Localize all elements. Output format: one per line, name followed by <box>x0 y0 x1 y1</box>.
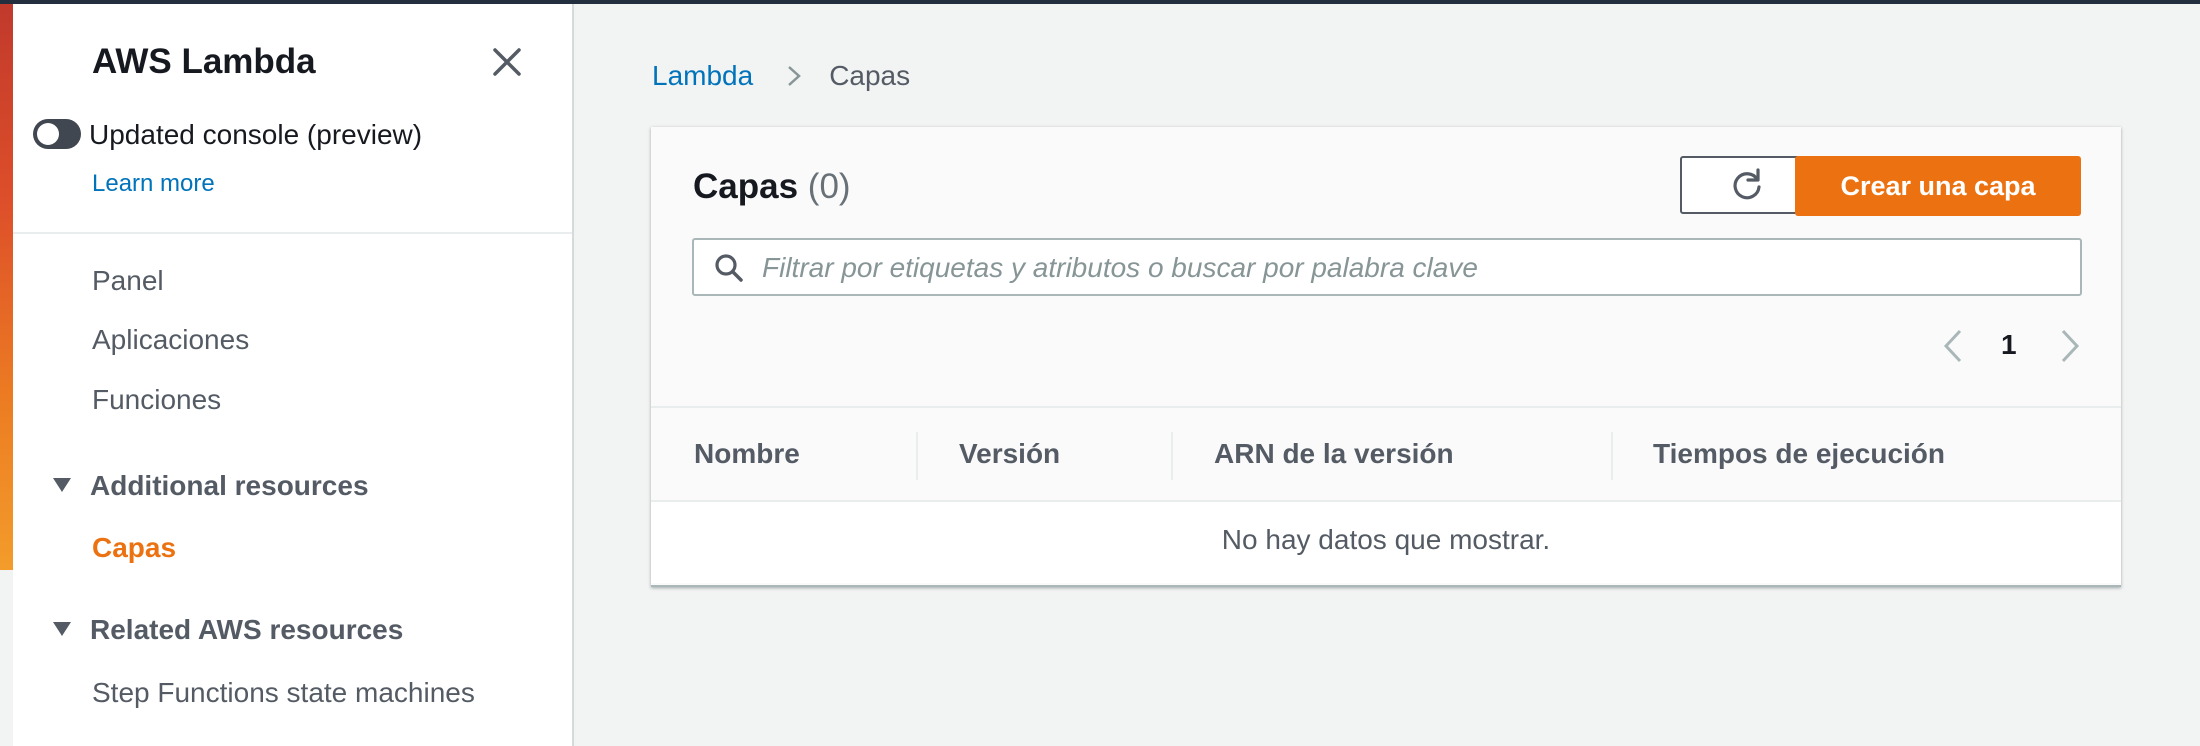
caret-down-icon <box>53 621 71 636</box>
refresh-button[interactable] <box>1680 156 1814 214</box>
table-body: No hay datos que mostrar. <box>651 502 2121 583</box>
breadcrumb: Lambda Capas <box>652 60 910 92</box>
sidebar-item-panel[interactable]: Panel <box>92 265 164 297</box>
section-label: Additional resources <box>90 470 369 501</box>
section-label: Related AWS resources <box>90 614 404 645</box>
pagination-page-number[interactable]: 1 <box>2001 329 2017 361</box>
updated-console-label: Updated console (preview) <box>89 119 423 150</box>
top-edge-bar <box>0 0 2200 4</box>
panel-title-text: Capas <box>693 167 799 206</box>
section-related-aws-resources[interactable]: Related AWS resources <box>53 614 403 646</box>
empty-table-message: No hay datos que mostrar. <box>1221 524 1551 555</box>
create-layer-button[interactable]: Crear una capa <box>1795 156 2081 216</box>
column-header-arn[interactable]: ARN de la versión <box>1214 438 1454 470</box>
column-divider <box>1611 432 1613 480</box>
column-divider <box>916 432 918 480</box>
layers-panel: Capas (0) Crear una capa 1 Nombre Versió… <box>651 127 2121 587</box>
breadcrumb-current: Capas <box>829 60 911 91</box>
updated-console-toggle[interactable] <box>33 119 81 149</box>
chevron-right-icon <box>788 65 802 86</box>
column-header-version[interactable]: Versión <box>959 438 1060 470</box>
sidebar-item-aplicaciones[interactable]: Aplicaciones <box>92 324 249 356</box>
panel-count: (0) <box>807 167 851 206</box>
pagination-prev-button[interactable] <box>1940 328 1964 364</box>
close-sidebar-button[interactable] <box>489 44 525 80</box>
sidebar-title: AWS Lambda <box>92 42 316 81</box>
search-box <box>692 238 2082 296</box>
refresh-icon <box>1733 168 1761 200</box>
column-header-tiempos-ejecucion[interactable]: Tiempos de ejecución <box>1653 438 1945 470</box>
section-additional-resources[interactable]: Additional resources <box>53 470 369 502</box>
learn-more-link[interactable]: Learn more <box>92 170 215 198</box>
background-edge-strip <box>0 0 13 570</box>
column-header-nombre[interactable]: Nombre <box>694 438 800 470</box>
sidebar-item-funciones[interactable]: Funciones <box>92 384 221 416</box>
search-input[interactable] <box>760 240 2064 296</box>
sidebar-divider <box>13 232 572 234</box>
close-icon <box>493 48 521 76</box>
toggle-knob <box>37 123 59 145</box>
caret-down-icon <box>53 477 71 492</box>
sidebar: AWS Lambda Updated console (preview) Lea… <box>13 4 574 746</box>
sidebar-item-step-functions[interactable]: Step Functions state machines <box>92 677 475 709</box>
column-divider <box>1171 432 1173 480</box>
panel-title: Capas (0) <box>693 167 851 207</box>
breadcrumb-lambda-link[interactable]: Lambda <box>652 60 753 91</box>
table-header: Nombre Versión ARN de la versión Tiempos… <box>651 406 2121 502</box>
search-icon <box>715 254 743 282</box>
sidebar-item-capas[interactable]: Capas <box>92 532 176 564</box>
pagination-next-button[interactable] <box>2059 328 2083 364</box>
